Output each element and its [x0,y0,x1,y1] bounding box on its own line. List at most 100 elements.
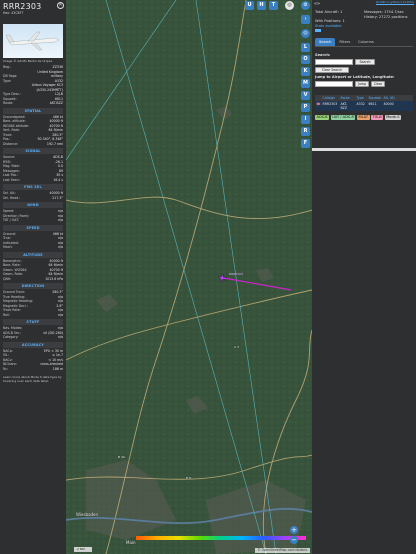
hex-code: Hex: 43C8F7 [3,11,24,15]
section-title[interactable]: DIRECTION [3,283,63,289]
info-label[interactable]: Distance: [3,142,18,147]
map-place-label: Main [126,540,136,545]
info-row: Mach: n/a [3,245,63,250]
clear-search-button[interactable]: Clear Search [315,66,349,73]
aircraft-label[interactable]: RRR2303 [229,272,243,276]
tab-columns[interactable]: Columns [354,38,378,46]
info-label[interactable]: Last Seen: [3,178,20,183]
collapse-sidebar-icon[interactable]: «» [314,1,320,7]
history-count: History: 27272 positions [364,14,408,19]
detail-label: Route: [3,101,14,105]
map-button-l[interactable]: L [301,43,310,52]
aircraft-photo[interactable] [3,24,63,58]
horizontal-scrollbar[interactable] [312,148,416,151]
selected-aircraft-panel: RRR2303 Hex: 43C8F7 ✕ Image © Adolfo Ben… [0,0,66,554]
map-place-label: A 3 [234,345,239,349]
map-button-i[interactable]: I [301,115,310,124]
info-row: Roll: n/a [3,313,63,318]
map-button-u[interactable]: U [245,1,254,10]
legend-tis-b[interactable]: TIS-B [371,114,384,120]
search-input[interactable] [315,58,353,65]
legend-mode-s[interactable]: Mode-S [384,114,402,120]
info-section-wind: WIND Speed: n/a Direction (from): n/a TAT / O… [3,202,63,223]
collapse-arrows-icon[interactable]: › [301,15,310,24]
info-section-fms-sel: FMS SEL Sel. Alt.: 40000 ft Sel. Head.: 217.… [3,184,63,200]
map-button-r[interactable]: R [301,127,310,136]
info-label[interactable]: Sel. Head.: [3,196,20,201]
close-icon[interactable]: ✕ [57,2,64,9]
info-value: n/a [57,335,63,339]
scale-bar: 2 NM [74,547,92,552]
info-value: 217.3° [52,195,63,200]
stats-link[interactable]: Stats available [312,24,416,29]
map-button-p[interactable]: P [301,103,310,112]
type-cell: A332 [356,101,365,106]
altitude-cell: 40000 [383,101,394,106]
map-attribution[interactable]: © OpenStreetMap contributors. [255,548,310,553]
map-button-o[interactable]: O [301,55,310,64]
detail-row: Route: AKT-BZZ [3,101,63,106]
info-row: Last Seen: 16.4 s [3,178,63,183]
info-label[interactable]: Rc: [3,367,8,372]
center-icon[interactable]: ◎ [301,29,310,38]
map-button-k[interactable]: K [301,67,310,76]
map-button-v[interactable]: V [301,91,310,100]
info-row: Rc: 186 m [3,367,63,372]
zoom-in-button[interactable]: + [290,526,298,534]
section-title[interactable]: ALTITUDE [3,251,63,258]
section-title[interactable]: WIND [3,202,63,208]
map-button-h[interactable]: H [257,1,266,10]
with-positions: With Positions: 1 [315,18,345,23]
section-title[interactable]: SIGNAL [3,148,63,154]
map-button-t[interactable]: T [269,1,278,10]
jump-label: Jump to Airport or Latitude, Longitude: [315,74,395,79]
info-value: 192.7 nmi [46,141,63,146]
tab-filters[interactable]: Filters [335,38,354,46]
map-place-label: Wiesbaden [76,512,99,517]
source-legend: ADS-B UAT / ADS-R MLAT TIS-B Mode-S [315,114,413,120]
legend-uat-ads-r[interactable]: UAT / ADS-R [330,114,356,120]
layers-icon[interactable]: ◎ [285,1,294,10]
clear-button[interactable]: Clear [371,80,385,87]
zoom-out-button[interactable]: − [290,536,298,544]
info-value: n/a [57,218,63,222]
aircraft-details: Reg.: ZZ336 United Kingdom DB flags: militar… [3,65,63,106]
version-link[interactable]: tar1090 on github (3.14.1651) [376,1,414,4]
info-section-direction: DIRECTION Ground Track: 280.3° True Heading… [3,283,63,317]
section-title[interactable]: SPATIAL [3,107,63,114]
info-section-altitude: ALTITUDE Barometric: 40000 ft Baro. Rate: 64… [3,251,63,282]
table-row[interactable]: 🇬🇧 RRR2303 AKT-BZZ A332 6611 40000 [315,100,413,111]
section-title[interactable]: FMS SEL [3,184,63,190]
section-title[interactable]: ACCURACY [3,341,63,348]
info-row: Sel. Head.: 217.3° [3,196,63,201]
tab-search[interactable]: Search [315,38,336,47]
info-row: Category: n/a [3,335,63,340]
info-label[interactable]: Mach: [3,245,13,250]
section-title[interactable]: STUFF [3,319,63,325]
map-button-m[interactable]: M [301,79,310,88]
info-label[interactable]: Roll: [3,313,10,318]
jump-input[interactable] [315,80,353,87]
map-canvas[interactable] [66,0,312,554]
map-view[interactable]: U H T ◎ ⚙ › ◎ LOKMVPIRF Wiesbaden Main B 4… [66,0,312,554]
info-label[interactable]: TAT / OAT: [3,218,19,223]
jump-button[interactable]: Jump [355,80,369,87]
detail-value: AKT-BZZ [49,101,63,105]
map-button-f[interactable]: F [301,139,310,148]
section-title[interactable]: SPEED [3,224,63,231]
info-section-spatial: SPATIAL Groundspeed: 466 kt Baro. altitude:… [3,107,63,147]
info-value: n/a [57,245,63,249]
info-section-signal: SIGNAL Source: ADS-B RSSI: -26.1 Msg. Rate: 0.… [3,148,63,182]
info-label[interactable]: Category: [3,335,18,340]
panel-header: RRR2303 Hex: 43C8F7 ✕ [0,0,66,22]
photo-credit: Image © Adolfo Bento de Urquia [3,59,53,63]
settings-icon[interactable]: ⚙ [301,1,310,10]
info-value: n/a [57,312,63,317]
learn-more-text: Learn more about Mode S data type by hov… [3,375,62,384]
legend-mlat[interactable]: MLAT [356,114,370,120]
info-label[interactable]: QNH: [3,277,11,282]
legend-ads-b[interactable]: ADS-B [315,114,330,120]
sidebar-tabs: Search Filters Columns [315,38,413,48]
search-button[interactable]: Search [355,58,375,65]
info-section-accuracy: ACCURACY NACp: EPU < 30 m SIL: ≤ 1e-7 NACv: < … [3,341,63,372]
